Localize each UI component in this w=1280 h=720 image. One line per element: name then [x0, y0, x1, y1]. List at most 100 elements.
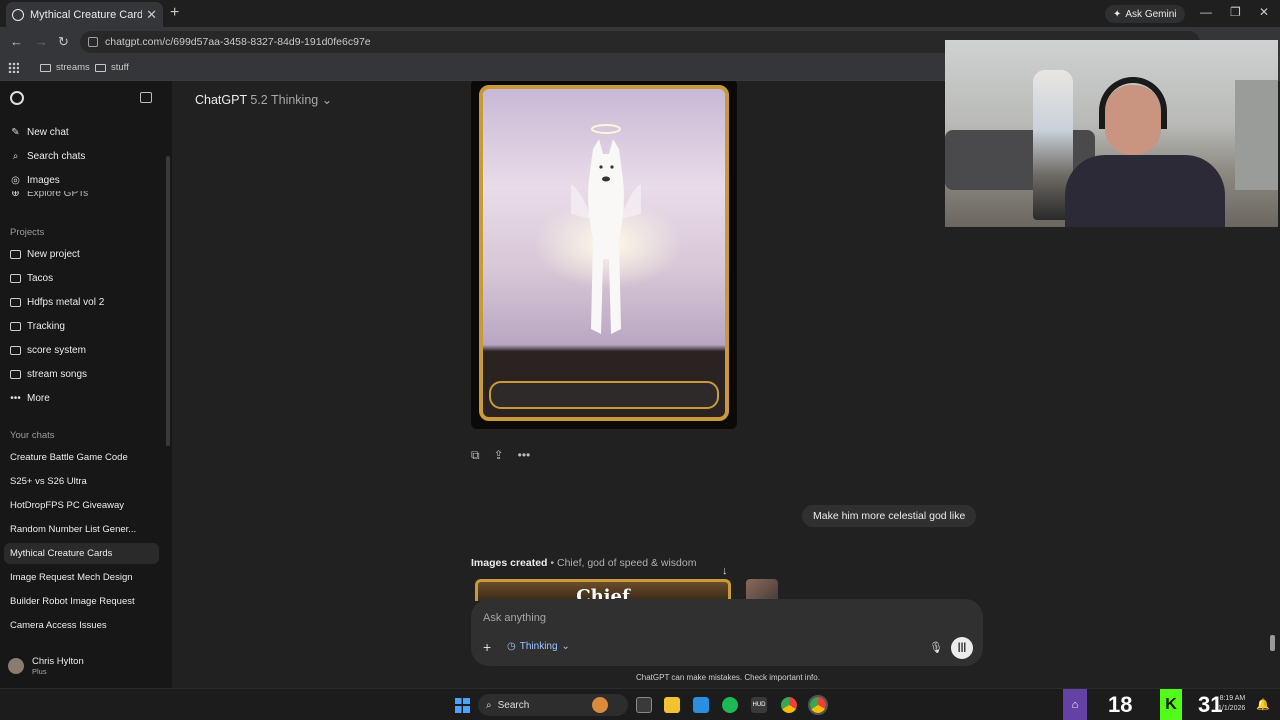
site-info-icon[interactable] [88, 37, 98, 47]
apps-grid-icon[interactable] [8, 62, 19, 73]
restore-icon[interactable]: ❐ [1230, 5, 1241, 19]
project-label: Tacos [27, 273, 54, 284]
generated-card-thumbnail[interactable]: Chief [475, 579, 731, 601]
more-options-icon[interactable]: ••• [518, 448, 531, 463]
microphone-icon[interactable]: 🎙 [929, 641, 943, 654]
chevron-down-icon: ⌄ [321, 93, 333, 107]
share-icon[interactable]: ⇪ [494, 448, 504, 463]
chrome-active-icon[interactable] [808, 695, 828, 715]
windows-start-icon[interactable] [455, 698, 470, 713]
image-actions: ⧉ ⇪ ••• [471, 448, 530, 463]
folder-icon [40, 63, 51, 72]
new-tab-button[interactable]: + [170, 4, 179, 22]
disclaimer-text: ChatGPT can make mistakes. Check importa… [636, 673, 820, 682]
folder-icon [10, 346, 21, 355]
chat-item[interactable]: S25+ vs S26 Ultra [10, 476, 87, 487]
chat-input[interactable] [483, 609, 913, 627]
close-tab-icon[interactable]: ✕ [146, 7, 157, 23]
chat-item[interactable]: Builder Robot Image Request [10, 596, 135, 607]
chat-item[interactable]: Camera Access Issues [10, 620, 107, 631]
minimize-icon[interactable]: — [1200, 5, 1212, 19]
folder-icon [10, 322, 21, 331]
project-item[interactable]: Hdfps metal vol 2 [10, 297, 104, 308]
copy-icon[interactable]: ⧉ [471, 448, 480, 463]
model-selector[interactable]: ChatGPT 5.2 Thinking ⌄ [195, 92, 332, 107]
search-icon: ⌕ [486, 699, 492, 711]
notepad-icon[interactable] [693, 697, 709, 713]
notification-bell-icon[interactable]: 🔔 [1256, 698, 1272, 714]
taskbar-search-label: Search [497, 699, 530, 711]
model-version: 5.2 Thinking [250, 93, 319, 107]
widgets-icon[interactable] [592, 697, 608, 713]
voice-mode-icon[interactable]: ||| [951, 637, 973, 659]
webcam-shelf [1235, 80, 1278, 190]
browser-tab[interactable]: Mythical Creature Cards ✕ [6, 2, 163, 27]
folder-icon [10, 274, 21, 283]
reload-icon[interactable]: ↻ [58, 34, 69, 50]
images-created-title: Images created [471, 557, 548, 569]
explore-gpts-button[interactable]: ⊕ Explore GPTs [10, 191, 88, 199]
project-item[interactable]: Tracking [10, 321, 65, 332]
kick-icon: K [1160, 689, 1182, 720]
thinking-mode-button[interactable]: ◷ Thinking ⌄ [507, 641, 570, 652]
bookmark-streams[interactable]: streams [40, 62, 90, 73]
projects-more-button[interactable]: ••• More [10, 393, 50, 404]
folder-icon [95, 63, 106, 72]
clock-time: 8:19 AM [1219, 695, 1246, 702]
twitch-viewer-count: 18 [1108, 692, 1133, 717]
close-window-icon[interactable]: ✕ [1259, 5, 1269, 19]
folder-plus-icon [10, 250, 21, 259]
headset-icon [1099, 77, 1167, 129]
images-button[interactable]: ◎ Images [10, 175, 60, 186]
more-label: More [27, 393, 50, 404]
project-item[interactable]: Tacos [10, 273, 53, 284]
project-new[interactable]: New project [10, 249, 80, 260]
search-chats-button[interactable]: ⌕ Search chats [10, 151, 86, 162]
system-clock[interactable]: 8:19 AM 1/1/2026 [1218, 694, 1245, 714]
add-attachment-icon[interactable]: + [483, 639, 491, 655]
sidebar-toggle-icon[interactable] [140, 92, 152, 103]
chat-item[interactable]: Creature Battle Game Code [10, 452, 128, 463]
new-chat-button[interactable]: ✎ New chat [10, 127, 68, 138]
user-message-bubble: Make him more celestial god like [802, 505, 977, 527]
webcam-overlay [945, 40, 1278, 227]
forward-arrow-icon[interactable]: → [35, 34, 48, 49]
spotify-icon[interactable] [722, 697, 738, 713]
more-dots-icon: ••• [10, 393, 21, 404]
avatar [8, 658, 24, 674]
bookmark-stuff[interactable]: stuff [95, 62, 129, 73]
ask-gemini-button[interactable]: ✦ Ask Gemini [1105, 5, 1185, 23]
main-scrollbar[interactable] [1270, 635, 1275, 651]
task-view-icon[interactable] [636, 697, 652, 713]
hud-fx-icon[interactable]: HUD [751, 697, 767, 713]
scroll-down-arrow-icon[interactable]: ↓ [722, 565, 728, 577]
file-explorer-icon[interactable] [664, 697, 680, 713]
gpts-icon: ⊕ [11, 191, 20, 199]
chevron-down-icon: ⌄ [561, 641, 570, 652]
user-profile-button[interactable]: Chris Hylton Plus [8, 656, 84, 676]
projects-header: Projects [10, 227, 45, 238]
card-name-plaque [489, 381, 719, 409]
sidebar-scrollbar[interactable] [166, 156, 170, 446]
chat-item[interactable]: Image Request Mech Design [10, 572, 133, 583]
chat-item[interactable]: HotDropFPS PC Giveaway [10, 500, 124, 511]
edit-icon: ✎ [11, 127, 20, 138]
chat-item-active[interactable]: Mythical Creature Cards [4, 543, 159, 564]
generated-card-image[interactable] [471, 81, 737, 429]
project-item[interactable]: stream songs [10, 369, 87, 380]
project-label: stream songs [27, 369, 88, 380]
back-arrow-icon[interactable]: ← [10, 34, 23, 49]
chat-item[interactable]: Random Number List Gener... [10, 524, 136, 535]
project-item[interactable]: score system [10, 345, 86, 356]
project-label: Hdfps metal vol 2 [27, 297, 105, 308]
openai-logo-icon[interactable] [10, 91, 24, 105]
user-name: Chris Hylton [32, 656, 84, 667]
explore-gpts-label: Explore GPTs [27, 191, 89, 199]
generated-image-thumbnail[interactable] [746, 579, 778, 601]
winged-wolf-illustration [571, 124, 641, 334]
images-created-subtitle: • Chief, god of speed & wisdom [550, 557, 697, 569]
your-chats-header: Your chats [10, 430, 55, 441]
project-label: New project [27, 249, 80, 260]
message-composer: + ◷ Thinking ⌄ 🎙 ||| [471, 599, 983, 666]
chrome-icon[interactable] [781, 697, 797, 713]
